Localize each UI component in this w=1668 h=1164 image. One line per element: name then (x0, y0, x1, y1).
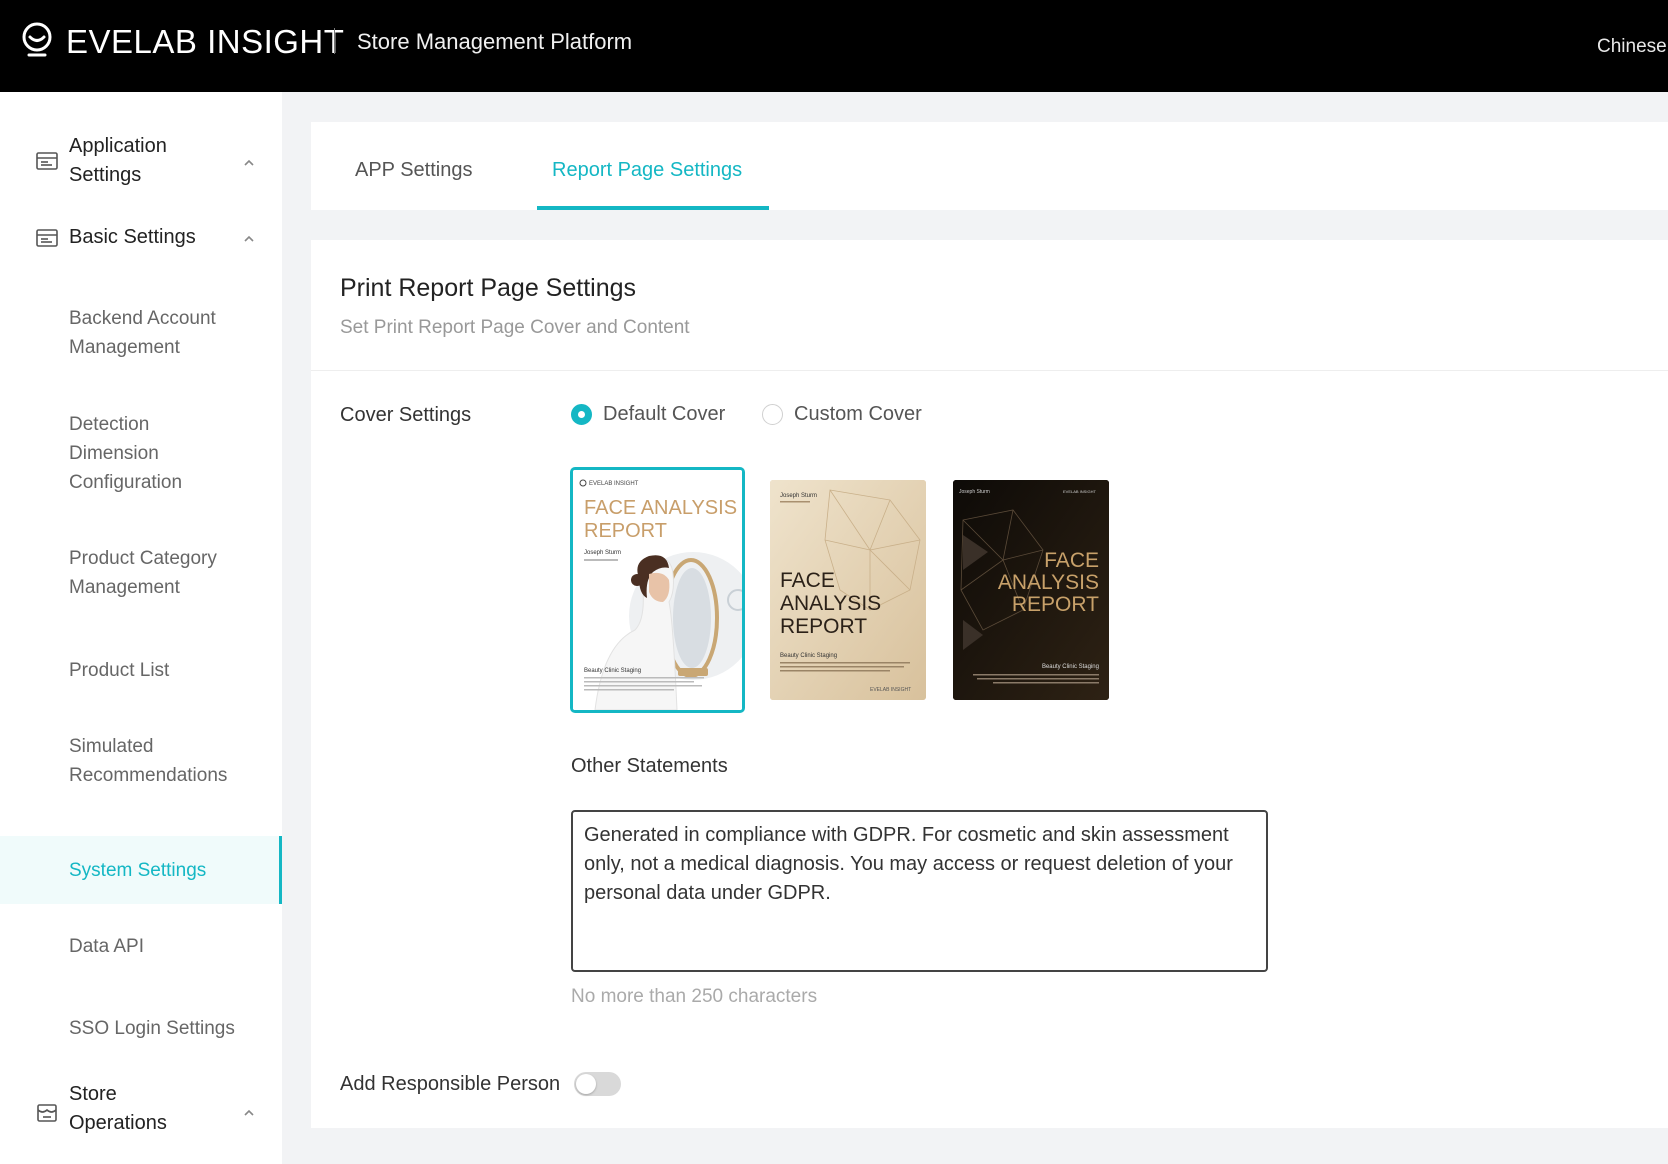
sidebar-item-product-list[interactable]: Product List (0, 656, 282, 692)
language-switch[interactable]: Chinese (1597, 36, 1667, 58)
tab-app-settings[interactable]: APP Settings (355, 156, 472, 184)
brand-divider (334, 28, 335, 54)
sidebar-item-detection-dimension-configuration[interactable]: Detection Dimension Configuration (0, 410, 282, 502)
active-indicator (279, 836, 282, 904)
divider (311, 370, 1668, 371)
cover-option-dark[interactable]: Joseph Sturm EVELAB INSIGHT FACE ANALYSI… (953, 480, 1109, 700)
cover-title-line: FACE ANALYSIS (584, 497, 737, 519)
cover-title-line: ANALYSIS (998, 571, 1099, 594)
sidebar-item-label: Simulated Recommendations (69, 736, 228, 786)
face-smile-logo-icon (22, 22, 52, 57)
radio-label: Default Cover (603, 403, 726, 425)
sidebar-item-backend-account-management[interactable]: Backend Account Management (0, 300, 282, 364)
cover-settings-label: Cover Settings (340, 404, 472, 426)
cover-title-line: ANALYSIS (780, 592, 881, 615)
platform-name: Store Management Platform (357, 29, 633, 54)
radio-label: Custom Cover (794, 403, 922, 425)
other-statements-label: Other Statements (571, 755, 728, 777)
cover-footer-title: Beauty Clinic Staging (780, 653, 837, 659)
sidebar-item-label: Data API (69, 936, 144, 957)
responsible-person-toggle[interactable] (574, 1072, 621, 1096)
cover-title-line: REPORT (1012, 593, 1099, 616)
sidebar-item-system-settings[interactable]: System Settings (0, 836, 282, 904)
sidebar-item-product-category-management[interactable]: Product Category Management (0, 544, 282, 608)
default-cover-radio[interactable]: Default Cover (571, 400, 725, 428)
sidebar-item-label: Product List (69, 660, 170, 681)
cover-title-line: REPORT (780, 615, 867, 638)
sidebar-item-label: Backend Account Management (69, 308, 216, 358)
character-limit-hint: No more than 250 characters (571, 986, 818, 1007)
custom-cover-radio[interactable]: Custom Cover (762, 400, 922, 428)
store-icon (37, 1104, 57, 1122)
brand-name: EVELAB INSIGHT (66, 23, 345, 60)
cover-footer-title: Beauty Clinic Staging (584, 668, 641, 674)
cover-brand: EVELAB INSIGHT (589, 481, 639, 487)
sidebar-item-simulated-recommendations[interactable]: Simulated Recommendations (0, 732, 282, 796)
sidebar-item-label: Product Category Management (69, 548, 217, 598)
cover-person-name: Joseph Sturm (584, 550, 621, 556)
cover-preview-image: Joseph Sturm EVELAB INSIGHT FACE ANALYSI… (953, 480, 1109, 700)
cover-option-default-white[interactable]: EVELAB INSIGHT FACE ANALYSIS REPORT Jose… (570, 467, 745, 713)
sidebar-item-label: SSO Login Settings (69, 1018, 235, 1039)
tab-report-page-settings[interactable]: Report Page Settings (552, 156, 742, 184)
radio-unchecked-icon (762, 403, 783, 425)
cover-title-line: REPORT (584, 520, 667, 542)
top-navigation-bar: EVELAB INSIGHT Store Management Platform… (0, 0, 1668, 92)
chevron-up-icon (244, 235, 254, 242)
sidebar-item-data-api[interactable]: Data API (0, 932, 282, 968)
cover-preview-image: EVELAB INSIGHT FACE ANALYSIS REPORT Jose… (573, 470, 742, 710)
cover-preview-image: Joseph Sturm FACE ANALYSIS REPORT Beauty… (770, 480, 926, 700)
cover-person-name: Joseph Sturm (780, 493, 817, 499)
sidebar: Application Settings Basic Settings Back… (0, 92, 282, 1164)
cover-title-line: FACE (780, 569, 835, 592)
page-title: Print Report Page Settings (340, 274, 636, 302)
sidebar-item-label: System Settings (69, 860, 207, 881)
cover-person-name: Joseph Sturm (959, 489, 990, 495)
radio-checked-icon (571, 403, 592, 425)
page-subtitle: Set Print Report Page Cover and Content (340, 317, 690, 338)
cover-option-beige[interactable]: Joseph Sturm FACE ANALYSIS REPORT Beauty… (770, 480, 926, 700)
chevron-up-icon (244, 159, 254, 166)
sidebar-group-basic-settings[interactable]: Basic Settings (0, 218, 282, 258)
sidebar-group-label: Application Settings (69, 135, 167, 186)
add-responsible-person-label: Add Responsible Person (340, 1073, 561, 1095)
sidebar-item-sso-login-settings[interactable]: SSO Login Settings (0, 1014, 282, 1050)
other-statements-textarea[interactable]: Generated in compliance with GDPR. For c… (571, 810, 1268, 972)
cover-footer-title: Beauty Clinic Staging (1042, 664, 1099, 670)
cover-brand: EVELAB INSIGHT (1063, 489, 1096, 494)
cover-brand: EVELAB INSIGHT (870, 687, 911, 693)
sidebar-group-label: Basic Settings (69, 226, 196, 248)
chevron-up-icon (244, 1109, 254, 1116)
sidebar-group-label: Store Operations (69, 1083, 167, 1134)
sidebar-group-application-settings[interactable]: Application Settings (0, 128, 282, 198)
sidebar-group-store-operations[interactable]: Store Operations (0, 1078, 282, 1148)
settings-tabs: APP Settings Report Page Settings (311, 122, 1668, 210)
toggle-knob (576, 1074, 596, 1094)
sidebar-item-label: Detection Dimension Configuration (69, 414, 183, 493)
settings-panel-icon (36, 229, 58, 247)
report-settings-card: Print Report Page Settings Set Print Rep… (311, 240, 1668, 1128)
settings-panel-icon (36, 152, 58, 170)
cover-title-line: FACE (1044, 549, 1099, 572)
active-tab-underline (537, 206, 769, 210)
